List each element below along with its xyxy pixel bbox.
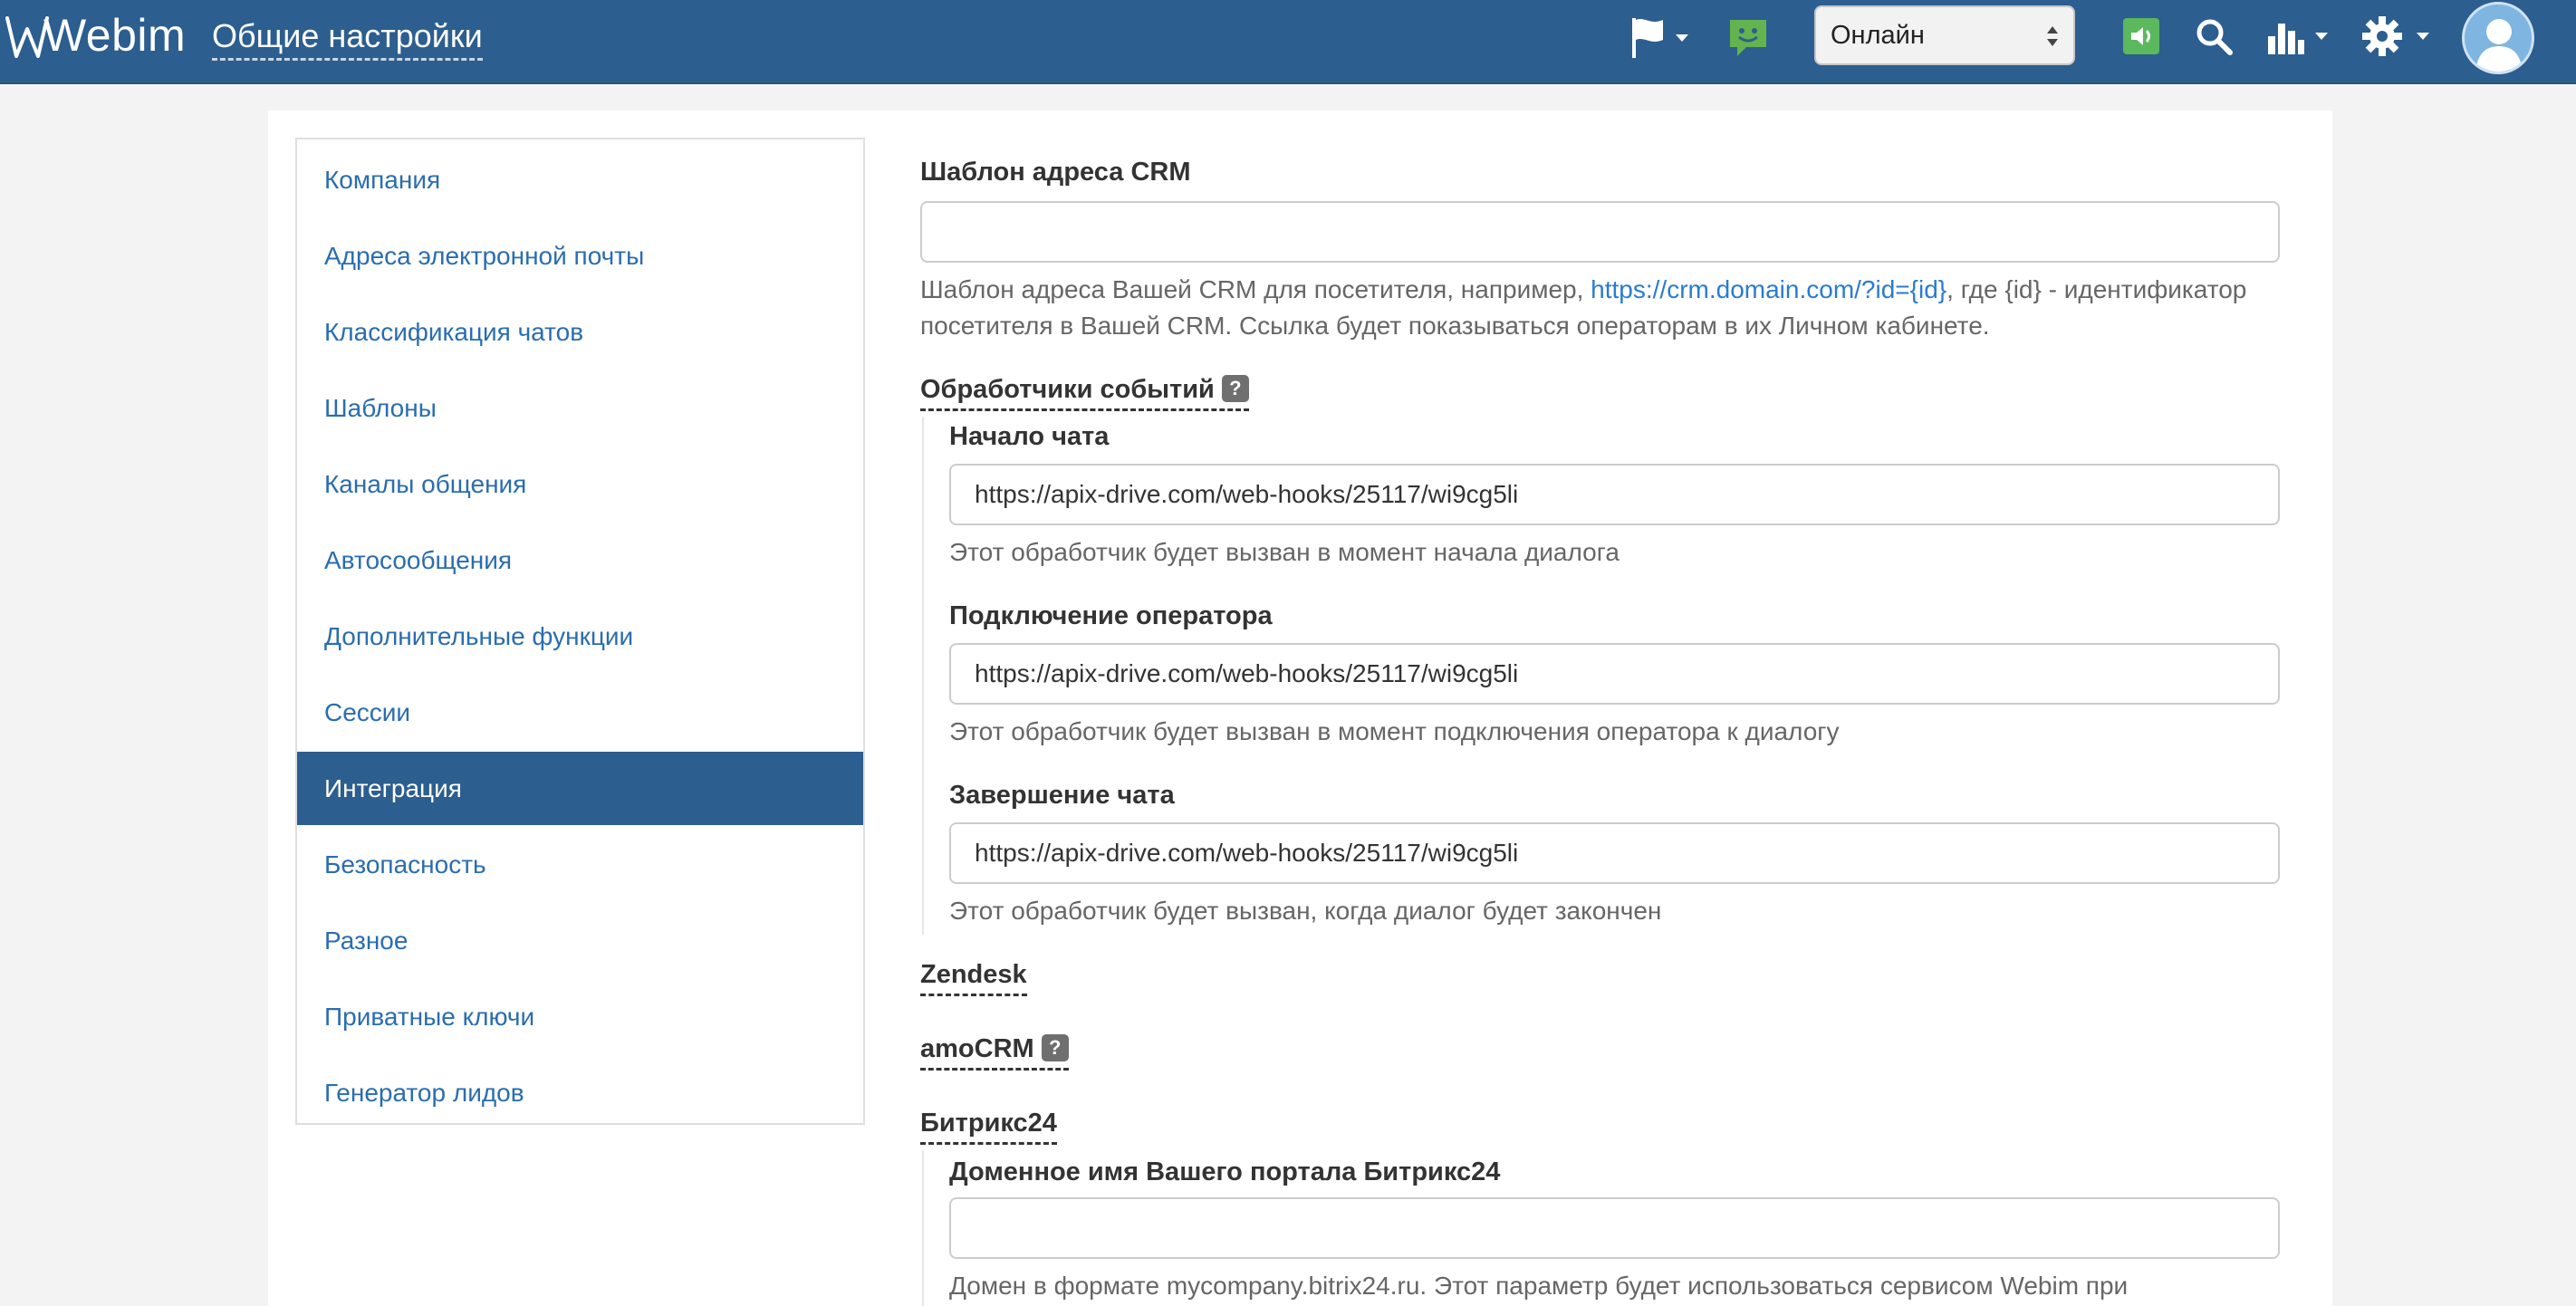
bitrix24-label: Битрикс24 <box>920 1109 1057 1138</box>
sidebar-item-misc[interactable]: Разное <box>297 904 863 977</box>
sidebar-item-label: Безопасность <box>324 850 486 879</box>
event-handlers-border <box>922 417 924 935</box>
sound-toggle-button[interactable] <box>2123 18 2159 54</box>
help-icon[interactable]: ? <box>1221 375 1249 403</box>
flag-icon <box>1632 18 1663 58</box>
crm-help-text: Шаблон адреса Вашей CRM для посетителя, … <box>920 275 1591 303</box>
sidebar-item-label: Каналы общения <box>324 470 527 498</box>
bitrix24-domain-input[interactable] <box>949 1197 2280 1259</box>
crm-template-label: Шаблон адреса CRM <box>920 158 1191 187</box>
operator-connect-help: Этот обработчик будет вызван в момент по… <box>949 717 1840 745</box>
bitrix24-domain-label: Доменное имя Вашего портала Битрикс24 <box>949 1157 1501 1186</box>
sidebar-item-extra-functions[interactable]: Дополнительные функции <box>297 600 863 673</box>
page-title[interactable]: Общие настройки <box>212 16 483 61</box>
sidebar-item-label: Сессии <box>324 698 411 726</box>
select-arrows-icon <box>2047 26 2058 46</box>
sidebar-item-templates[interactable]: Шаблоны <box>297 371 863 445</box>
chevron-down-icon <box>2417 33 2429 40</box>
settings-sidebar: Компания Адреса электронной почты Класси… <box>295 138 865 1125</box>
chevron-down-icon <box>1676 34 1688 42</box>
status-select[interactable]: Онлайн <box>1814 5 2075 65</box>
sidebar-item-security[interactable]: Безопасность <box>297 828 863 901</box>
sidebar-item-email-addresses[interactable]: Адреса электронной почты <box>297 219 863 293</box>
stats-icon <box>2268 24 2304 54</box>
bitrix24-border <box>922 1150 924 1306</box>
crm-example-link[interactable]: https://crm.domain.com/?id={id} <box>1591 275 1946 303</box>
settings-menu-button[interactable] <box>2360 14 2437 58</box>
operator-connect-label: Подключение оператора <box>949 601 1273 630</box>
sidebar-item-label: Классификация чатов <box>324 318 584 346</box>
sidebar-item-lead-generator[interactable]: Генератор лидов <box>297 1056 863 1129</box>
sidebar-item-label: Интеграция <box>324 774 462 802</box>
gear-icon <box>2362 16 2402 56</box>
event-handlers-label: Обработчики событий <box>920 375 1215 404</box>
bitrix24-domain-help: Домен в формате mycompany.bitrix24.ru. Э… <box>949 1272 2129 1300</box>
chat-bubble-button[interactable] <box>1726 16 1770 60</box>
sidebar-item-label: Шаблоны <box>324 394 437 422</box>
sidebar-item-label: Генератор лидов <box>324 1079 524 1107</box>
event-handlers-toggle[interactable]: Обработчики событий? <box>920 375 1249 411</box>
zendesk-toggle[interactable]: Zendesk <box>920 960 1027 996</box>
sidebar-item-label: Компания <box>324 166 441 194</box>
amocrm-toggle[interactable]: amoCRM? <box>920 1034 1069 1071</box>
status-select-value: Онлайн <box>1831 21 1925 50</box>
crm-help-line2: посетителя в Вашей CRM. Ссылка будет пок… <box>920 312 1990 340</box>
logo-text: Webim <box>43 10 187 61</box>
search-icon <box>2196 19 2233 55</box>
sidebar-item-sessions[interactable]: Сессии <box>297 676 863 749</box>
chat-bubble-icon <box>1730 20 1766 56</box>
zendesk-label: Zendesk <box>920 960 1027 989</box>
chat-end-input[interactable] <box>949 822 2280 884</box>
bitrix24-toggle[interactable]: Битрикс24 <box>920 1109 1057 1145</box>
operator-connect-input[interactable] <box>949 643 2280 705</box>
sidebar-item-integration[interactable]: Интеграция <box>297 752 863 825</box>
stats-menu-button[interactable] <box>2266 16 2339 58</box>
crm-template-input[interactable] <box>920 201 2280 263</box>
crm-template-help: Шаблон адреса Вашей CRM для посетителя, … <box>920 272 2297 344</box>
help-icon[interactable]: ? <box>1041 1034 1069 1062</box>
crm-help-text-after: , где {id} - идентификатор <box>1946 275 2247 303</box>
chat-start-input[interactable] <box>949 464 2280 525</box>
sidebar-item-label: Адреса электронной почты <box>324 242 645 270</box>
sidebar-item-automessages[interactable]: Автосообщения <box>297 523 863 597</box>
sidebar-item-company[interactable]: Компания <box>297 143 863 216</box>
sidebar-item-label: Разное <box>324 927 409 955</box>
sound-icon <box>2123 18 2159 54</box>
user-avatar-icon <box>2475 19 2523 72</box>
search-button[interactable] <box>2194 16 2234 56</box>
chat-start-label: Начало чата <box>949 422 1110 451</box>
sidebar-item-label: Приватные ключи <box>324 1003 535 1031</box>
chat-end-help: Этот обработчик будет вызван, когда диал… <box>949 897 1662 925</box>
flag-menu-button[interactable] <box>1630 16 1694 62</box>
sidebar-item-channels[interactable]: Каналы общения <box>297 447 863 521</box>
chat-end-label: Завершение чата <box>949 781 1175 810</box>
sidebar-item-chat-classification[interactable]: Классификация чатов <box>297 295 863 369</box>
sidebar-item-private-keys[interactable]: Приватные ключи <box>297 980 863 1053</box>
sidebar-item-label: Автосообщения <box>324 546 513 574</box>
chevron-down-icon <box>2315 33 2328 40</box>
top-navbar: Webim Общие настройки Онлайн <box>0 0 2576 84</box>
chat-start-help: Этот обработчик будет вызван в момент на… <box>949 538 1620 566</box>
amocrm-label: amoCRM <box>920 1034 1034 1063</box>
user-avatar[interactable] <box>2462 2 2534 74</box>
sidebar-item-label: Дополнительные функции <box>324 622 634 650</box>
